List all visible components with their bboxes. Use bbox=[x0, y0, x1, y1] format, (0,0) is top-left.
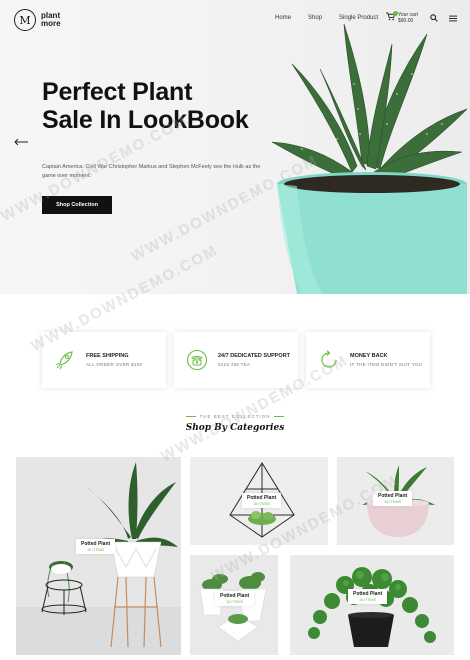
shop-collection-button[interactable]: Shop Collection bbox=[42, 196, 112, 214]
rocket-icon bbox=[55, 351, 73, 370]
categories-header: THE BEST COLLECTION Shop By Categories bbox=[0, 414, 470, 433]
hero-title-line-2: Sale In LookBook bbox=[42, 106, 249, 134]
tile-count: 16 ITEMS bbox=[87, 548, 105, 552]
return-icon bbox=[321, 350, 337, 368]
feature-title: MONEY BACK bbox=[350, 353, 388, 359]
feature-free-shipping: FREE SHIPPING ALL ORDER OVER $100 bbox=[42, 332, 166, 388]
category-tile[interactable]: Potted Plant 16 ITEMS bbox=[290, 555, 454, 655]
plant-stand-image bbox=[16, 462, 181, 655]
category-tile[interactable]: Potted Plant 16 ITEMS bbox=[337, 457, 454, 545]
feature-money-back: MONEY BACK IF THE ITEM DIDN'T SUIT YOU bbox=[306, 332, 430, 388]
hero-plant-image bbox=[271, 23, 468, 294]
tile-count: 16 ITEMS bbox=[384, 500, 402, 504]
feature-subtitle: IF THE ITEM DIDN'T SUIT YOU bbox=[350, 362, 423, 367]
category-tile[interactable]: Potted Plant 16 ITEMS bbox=[16, 457, 181, 655]
phone-icon bbox=[186, 349, 208, 371]
categories-title: Shop By Categories bbox=[185, 423, 285, 433]
features-row: FREE SHIPPING ALL ORDER OVER $100 24/7 D… bbox=[42, 332, 430, 388]
trailing-plant-image bbox=[308, 567, 436, 647]
tile-name: Potted Plant bbox=[353, 591, 383, 597]
tile-name: Potted Plant bbox=[81, 541, 111, 547]
logo-mark: M bbox=[14, 9, 36, 31]
tile-count: 16 ITEMS bbox=[226, 600, 244, 604]
tile-count: 16 ITEMS bbox=[359, 598, 377, 602]
arrow-left-icon[interactable] bbox=[14, 138, 28, 146]
hero-description: Captain America: Civil War Christopher M… bbox=[42, 164, 261, 179]
category-tile[interactable]: Potted Plant 16 ITEMS bbox=[190, 457, 328, 545]
feature-title: 24/7 DEDICATED SUPPORT bbox=[218, 353, 291, 359]
tile-name: Potted Plant bbox=[247, 495, 277, 501]
category-tile[interactable]: Potted Plant 16 ITEMS bbox=[190, 555, 278, 655]
eyebrow-divider bbox=[185, 416, 196, 417]
tile-count: 16 ITEMS bbox=[253, 502, 271, 506]
feature-support: 24/7 DEDICATED SUPPORT 0123 456 TEA bbox=[174, 332, 298, 388]
feature-subtitle: 0123 456 TEA bbox=[218, 362, 251, 367]
logo-text: plant more bbox=[41, 11, 61, 28]
feature-title: FREE SHIPPING bbox=[86, 353, 129, 359]
hero-title: Perfect Plant Sale In LookBook bbox=[42, 78, 282, 134]
tile-name: Potted Plant bbox=[378, 493, 408, 499]
site-logo[interactable]: M plant more bbox=[14, 9, 71, 31]
categories-eyebrow: THE BEST COLLECTION bbox=[199, 414, 271, 419]
feature-subtitle: ALL ORDER OVER $100 bbox=[86, 362, 143, 367]
eyebrow-divider bbox=[274, 416, 285, 417]
tile-name: Potted Plant bbox=[220, 593, 250, 599]
hero-banner: M plant more Home Shop Single Product Yo… bbox=[0, 0, 470, 294]
hero-title-line-1: Perfect Plant bbox=[42, 78, 193, 106]
